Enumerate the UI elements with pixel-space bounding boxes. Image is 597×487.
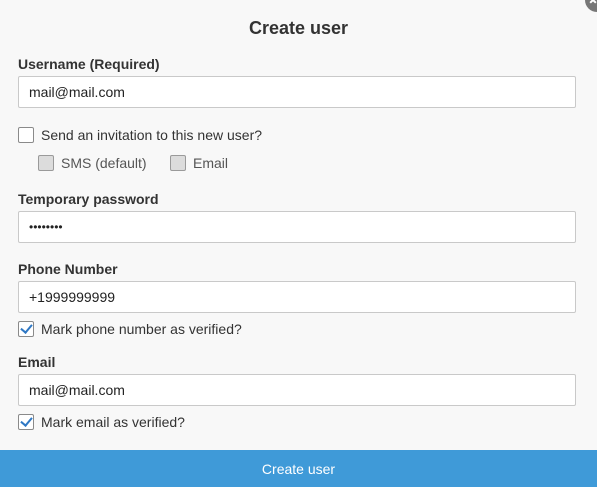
- email-verified-checkbox[interactable]: Mark email as verified?: [18, 414, 185, 430]
- checkbox-box[interactable]: [170, 155, 186, 171]
- invite-email-label: Email: [193, 155, 229, 171]
- invite-sms-option[interactable]: SMS (default): [38, 155, 147, 171]
- checkbox-box[interactable]: [38, 155, 54, 171]
- email-verified-label: Mark email as verified?: [41, 414, 185, 430]
- close-icon[interactable]: [585, 0, 597, 12]
- invite-sms-label: SMS (default): [61, 155, 147, 171]
- phone-verified-checkbox[interactable]: Mark phone number as verified?: [18, 321, 242, 337]
- checkbox-box[interactable]: [18, 127, 34, 143]
- phone-verified-label: Mark phone number as verified?: [41, 321, 242, 337]
- dialog-title: Create user: [248, 18, 349, 38]
- username-label: Username (Required): [18, 56, 160, 72]
- phone-number-label: Phone Number: [18, 261, 118, 277]
- email-input[interactable]: [18, 374, 576, 406]
- checkbox-check-icon[interactable]: [18, 321, 34, 337]
- checkbox-check-icon[interactable]: [18, 414, 34, 430]
- create-user-button[interactable]: Create user: [0, 450, 597, 487]
- temporary-password-label: Temporary password: [18, 191, 159, 207]
- create-user-dialog: Create user Username (Required) Send an …: [0, 0, 597, 487]
- email-label: Email: [18, 354, 56, 370]
- invite-email-option[interactable]: Email: [170, 155, 228, 171]
- phone-number-input[interactable]: [18, 281, 576, 313]
- temporary-password-input[interactable]: ••••••••: [18, 211, 576, 243]
- send-invitation-label: Send an invitation to this new user?: [41, 127, 263, 143]
- username-input[interactable]: [18, 76, 576, 108]
- send-invitation-checkbox[interactable]: Send an invitation to this new user?: [18, 127, 262, 143]
